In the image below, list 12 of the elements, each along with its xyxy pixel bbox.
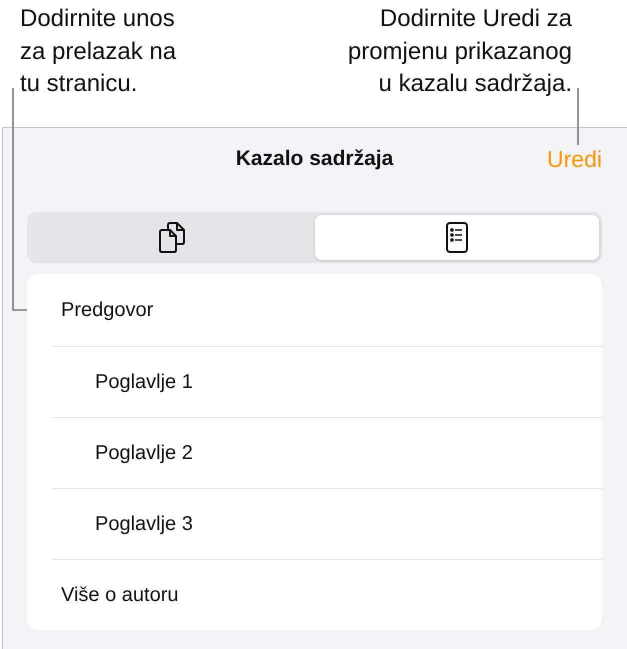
pages-icon [159, 222, 186, 253]
callout-text: Dodirnite unos za prelazak na tu stranicu. [20, 4, 176, 99]
contents-entry[interactable]: Predgovor [52, 274, 602, 346]
panel-title: Kazalo sadržaja [236, 147, 394, 171]
contents-entry[interactable]: Više o autoru [52, 559, 602, 630]
contents-entry[interactable]: Poglavlje 2 [52, 417, 602, 488]
callout-text: Dodirnite Uredi za promjenu prikazanog u kazalu sadržaja. [348, 4, 572, 99]
contents-entry[interactable]: Poglavlje 1 [52, 346, 602, 417]
list-icon [446, 222, 468, 253]
leader-line [577, 88, 579, 145]
contents-entry[interactable]: Poglavlje 3 [52, 488, 602, 559]
contents-tab[interactable] [314, 215, 599, 260]
